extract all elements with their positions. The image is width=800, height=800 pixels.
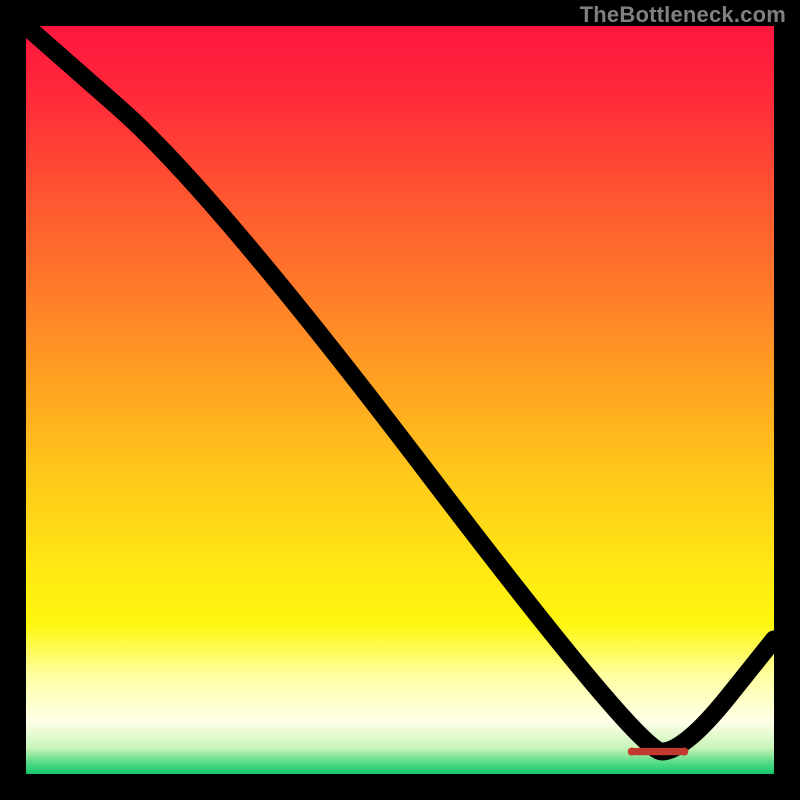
optimal-range-dot-end bbox=[680, 747, 688, 755]
chart-stage: TheBottleneck.com bbox=[0, 0, 800, 800]
plot-area bbox=[26, 26, 774, 774]
curve-layer bbox=[26, 26, 774, 774]
optimal-range-marker bbox=[632, 748, 684, 755]
optimal-range-dot-start bbox=[628, 747, 636, 755]
watermark-attribution: TheBottleneck.com bbox=[580, 2, 786, 28]
bottleneck-curve bbox=[26, 26, 774, 752]
